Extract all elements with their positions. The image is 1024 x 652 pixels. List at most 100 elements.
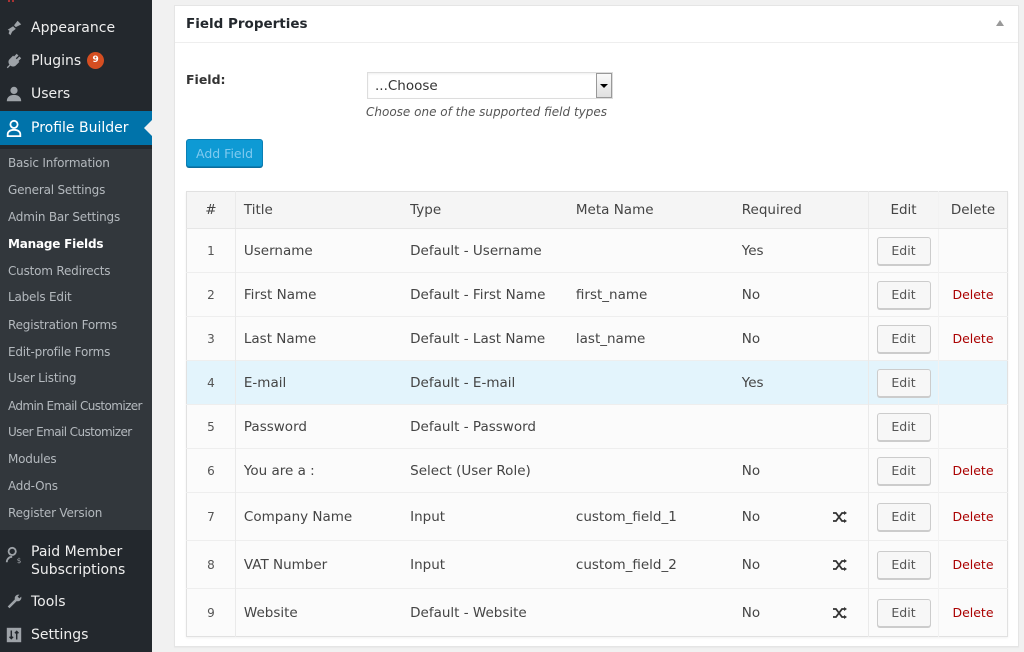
table-row[interactable]: 9 Website Default - Website No Edit Dele… <box>186 588 1008 637</box>
edit-button[interactable]: Edit <box>876 324 931 353</box>
submenu-add-ons[interactable]: Add-Ons <box>8 479 58 493</box>
delete-link[interactable]: Delete <box>952 557 993 572</box>
field-type-select[interactable]: ...Choose <box>367 72 613 99</box>
panel-title: Field Properties <box>186 16 308 32</box>
sidebar-item-label: Plugins <box>31 52 82 69</box>
row-delete-cell: Delete <box>938 448 1008 493</box>
row-number: 9 <box>186 588 236 637</box>
panel-header[interactable]: Field Properties <box>175 6 1018 43</box>
row-number: 1 <box>186 228 236 273</box>
table-row[interactable]: 5 Password Default - Password Edit <box>186 404 1008 449</box>
shuffle-icon[interactable] <box>832 558 848 571</box>
row-edit-cell: Edit <box>868 540 939 589</box>
row-edit-cell: Edit <box>868 360 939 405</box>
submenu-register-version[interactable]: Register Version <box>8 506 102 520</box>
submenu-basic-information[interactable]: Basic Information <box>8 156 110 170</box>
required-value: No <box>741 286 761 303</box>
delete-link[interactable]: Delete <box>952 463 993 478</box>
edit-button[interactable]: Edit <box>876 412 931 441</box>
table-row[interactable]: 2 First Name Default - First Name first_… <box>186 272 1008 317</box>
row-required <box>733 404 869 449</box>
header-meta-name: Meta Name <box>567 191 734 229</box>
field-properties-panel: Field Properties Field: ...Choose Choose… <box>174 5 1019 647</box>
label-line-1: Paid Member <box>31 544 123 560</box>
header-num: # <box>186 191 236 229</box>
required-value: Yes <box>741 242 764 259</box>
row-delete-cell: Delete <box>938 272 1008 317</box>
submenu-user-email-customizer[interactable]: User Email Customizer <box>8 425 132 439</box>
submenu-labels-edit[interactable]: Labels Edit <box>8 290 72 304</box>
submenu-admin-email-customizer[interactable]: Admin Email Customizer <box>8 399 142 413</box>
submenu-registration-forms[interactable]: Registration Forms <box>8 318 117 332</box>
row-edit-cell: Edit <box>868 228 939 273</box>
row-delete-cell <box>938 228 1008 273</box>
table-row[interactable]: 4 E-mail Default - E-mail Yes Edit <box>186 360 1008 405</box>
sidebar-item-tools[interactable]: Tools <box>0 585 152 618</box>
required-value: No <box>741 604 761 621</box>
row-meta-name <box>567 448 734 493</box>
row-type: Select (User Role) <box>402 448 568 493</box>
table-row[interactable]: 3 Last Name Default - Last Name last_nam… <box>186 316 1008 361</box>
sidebar-item-appearance[interactable]: Appearance <box>0 11 152 44</box>
submenu-user-listing[interactable]: User Listing <box>8 371 77 385</box>
row-meta-name: custom_field_2 <box>567 540 734 589</box>
table-row[interactable]: 7 Company Name Input custom_field_1 No E… <box>186 492 1008 541</box>
submenu-admin-bar-settings[interactable]: Admin Bar Settings <box>8 210 120 224</box>
sidebar-item-paid-member-subscriptions[interactable]: $ Paid Member Subscriptions <box>0 538 152 584</box>
submenu-manage-fields[interactable]: Manage Fields <box>8 237 103 251</box>
shuffle-icon[interactable] <box>832 606 848 619</box>
required-value: No <box>741 462 761 479</box>
row-type: Default - E-mail <box>402 360 568 405</box>
delete-link[interactable]: Delete <box>952 509 993 524</box>
partial-icon <box>8 0 14 2</box>
delete-link[interactable]: Delete <box>952 287 993 302</box>
shuffle-icon[interactable] <box>832 510 848 523</box>
row-required: No <box>733 272 869 317</box>
submenu-custom-redirects[interactable]: Custom Redirects <box>8 264 111 278</box>
row-title: E-mail <box>235 360 403 405</box>
sidebar-item-users[interactable]: Users <box>0 77 152 110</box>
row-type: Default - Username <box>402 228 568 273</box>
collapse-arrow-icon[interactable] <box>996 20 1004 26</box>
header-type: Type <box>402 191 568 229</box>
profile-icon <box>4 118 24 138</box>
delete-link[interactable]: Delete <box>952 331 993 346</box>
sidebar-item-profile-builder[interactable]: Profile Builder <box>0 111 152 145</box>
edit-button[interactable]: Edit <box>876 598 931 627</box>
admin-sidebar: Appearance Plugins 9 Users Profile Build… <box>0 0 152 652</box>
sidebar-item-plugins[interactable]: Plugins 9 <box>0 44 152 77</box>
row-title: First Name <box>235 272 403 317</box>
add-field-button[interactable]: Add Field <box>186 139 263 167</box>
row-required: No <box>733 588 869 637</box>
table-row[interactable]: 8 VAT Number Input custom_field_2 No Edi… <box>186 540 1008 589</box>
submenu-modules[interactable]: Modules <box>8 452 57 466</box>
dropdown-arrow-icon[interactable] <box>596 73 612 98</box>
row-title: Company Name <box>235 492 403 541</box>
edit-button[interactable]: Edit <box>876 280 931 309</box>
row-delete-cell: Delete <box>938 316 1008 361</box>
row-number: 5 <box>186 404 236 449</box>
row-title: You are a : <box>235 448 403 493</box>
table-row[interactable]: 1 Username Default - Username Yes Edit <box>186 228 1008 273</box>
select-value: ...Choose <box>375 78 438 94</box>
edit-button[interactable]: Edit <box>876 236 931 265</box>
edit-button[interactable]: Edit <box>876 502 931 531</box>
delete-link[interactable]: Delete <box>952 605 993 620</box>
row-type: Input <box>402 492 568 541</box>
submenu-edit-profile-forms[interactable]: Edit-profile Forms <box>8 345 110 359</box>
row-meta-name <box>567 360 734 405</box>
edit-button[interactable]: Edit <box>876 550 931 579</box>
header-required: Required <box>733 191 869 229</box>
row-number: 7 <box>186 492 236 541</box>
edit-button[interactable]: Edit <box>876 456 931 485</box>
edit-button[interactable]: Edit <box>876 368 931 397</box>
required-value: Yes <box>741 374 764 391</box>
sidebar-item-settings[interactable]: Settings <box>0 618 152 651</box>
row-number: 8 <box>186 540 236 589</box>
table-row[interactable]: 6 You are a : Select (User Role) No Edit… <box>186 448 1008 493</box>
row-title: VAT Number <box>235 540 403 589</box>
submenu-general-settings[interactable]: General Settings <box>8 183 105 197</box>
required-value: No <box>741 330 761 347</box>
sidebar-item-label: Appearance <box>31 19 116 36</box>
row-meta-name <box>567 404 734 449</box>
